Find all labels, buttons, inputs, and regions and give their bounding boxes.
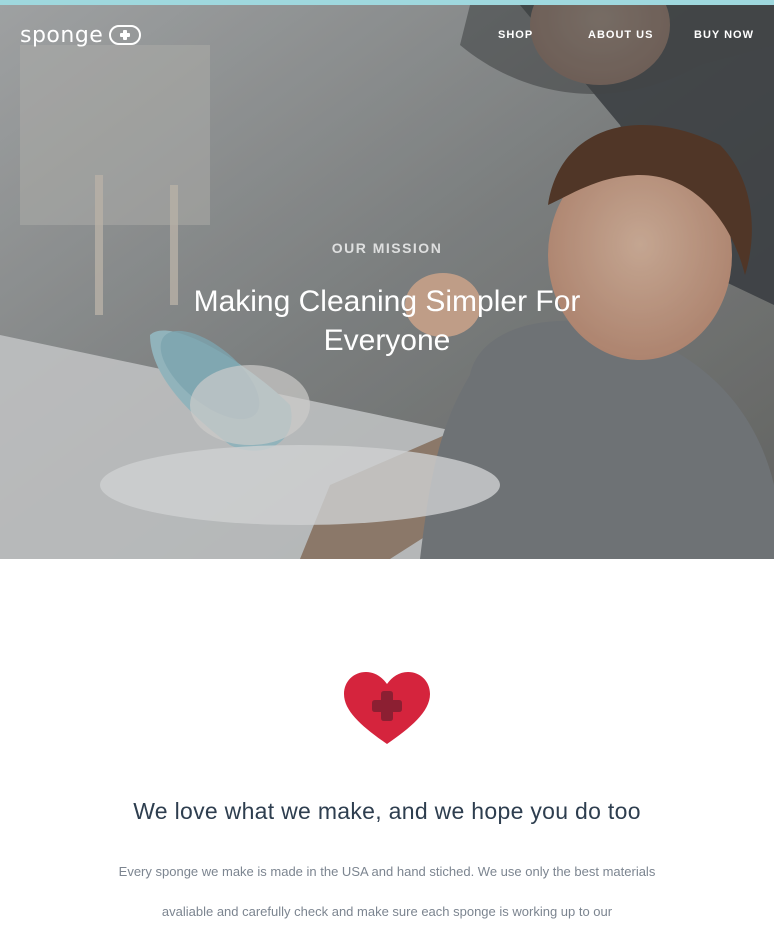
nav-shop[interactable]: SHOP: [498, 29, 533, 41]
plus-pill-icon: [109, 25, 142, 45]
nav-buy-now[interactable]: BUY NOW: [694, 29, 754, 41]
brand-logo[interactable]: sponge: [20, 22, 142, 48]
brand-name: sponge: [20, 22, 104, 48]
hero-eyebrow: OUR MISSION: [331, 240, 443, 256]
heart-plus-icon: [344, 672, 430, 744]
section-title: We love what we make, and we hope you do…: [133, 798, 641, 824]
nav-about-us[interactable]: ABOUT US: [588, 29, 653, 41]
section-body-text: Every sponge we make is made in the USA …: [118, 864, 656, 919]
hero-title: Making Cleaning Simpler For Everyone: [193, 285, 581, 357]
top-navbar: sponge SHOP ABOUT US BUY NOW: [0, 5, 774, 65]
hero-text-block: OUR MISSION Making Cleaning Simpler For …: [0, 240, 774, 360]
